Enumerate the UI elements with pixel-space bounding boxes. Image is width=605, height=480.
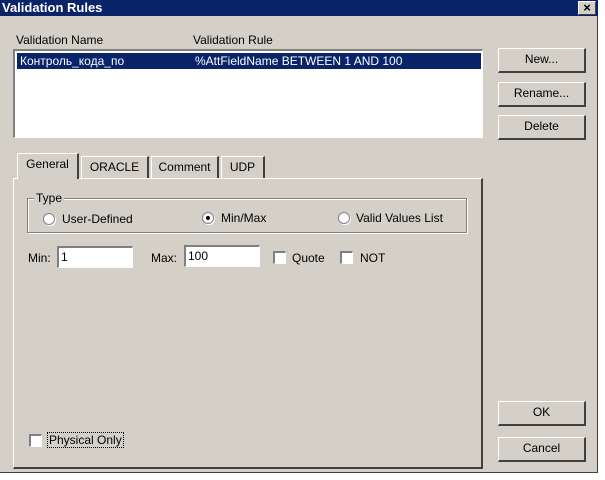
not-checkbox-label[interactable]: NOT [360,251,385,265]
radio-user-defined[interactable] [43,213,55,225]
tab-udp[interactable]: UDP [221,156,265,178]
ok-button-label: OK [532,405,551,419]
quote-checkbox[interactable] [273,251,286,264]
list-item-name: Контроль_кода_по [20,54,125,68]
radio-user-defined-label[interactable]: User-Defined [62,212,133,226]
tab-label: General [26,157,69,171]
list-item-rule: %AttFieldName BETWEEN 1 AND 100 [195,54,403,68]
window-title: Validation Rules [2,0,103,15]
validation-rules-list[interactable]: Контроль_кода_по %AttFieldName BETWEEN 1… [13,49,483,138]
quote-checkbox-label[interactable]: Quote [292,251,325,265]
tab-general[interactable]: General [17,153,79,179]
window-bottom-edge [0,472,598,480]
radio-valid-values-label[interactable]: Valid Values List [356,211,443,225]
column-header-rule[interactable]: Validation Rule [193,33,273,47]
max-label: Max: [151,251,178,265]
ok-button[interactable]: OK [498,401,586,426]
radio-min-max[interactable] [202,212,214,224]
not-checkbox[interactable] [340,251,353,264]
column-header-name[interactable]: Validation Name [16,33,103,47]
min-input[interactable]: 1 [57,246,133,268]
cancel-button[interactable]: Cancel [498,437,586,462]
window-frame [598,0,605,480]
rename-button[interactable]: Rename... [498,82,586,107]
radio-min-max-label[interactable]: Min/Max [221,211,266,225]
max-input[interactable]: 100 [184,245,260,267]
tab-oracle[interactable]: ORACLE [81,156,149,178]
list-item[interactable]: Контроль_кода_по %AttFieldName BETWEEN 1… [17,53,481,69]
cancel-button-label: Cancel [522,441,561,455]
delete-button[interactable]: Delete [498,115,586,140]
close-icon[interactable]: × [578,1,596,15]
physical-only-checkbox[interactable] [29,434,42,447]
min-label: Min: [28,251,51,265]
tab-comment[interactable]: Comment [151,156,219,178]
tab-label: UDP [229,160,256,174]
new-button-label: New... [524,52,559,66]
new-button[interactable]: New... [498,48,586,73]
rename-button-label: Rename... [513,86,570,100]
tab-label: ORACLE [89,160,140,174]
radio-valid-values-list[interactable] [338,212,350,224]
type-group-label: Type [34,191,65,205]
physical-only-label[interactable]: Physical Only [47,432,124,448]
tab-label: Comment [158,160,211,174]
delete-button-label: Delete [524,119,559,133]
window-titlebar[interactable]: Validation Rules [0,0,598,16]
